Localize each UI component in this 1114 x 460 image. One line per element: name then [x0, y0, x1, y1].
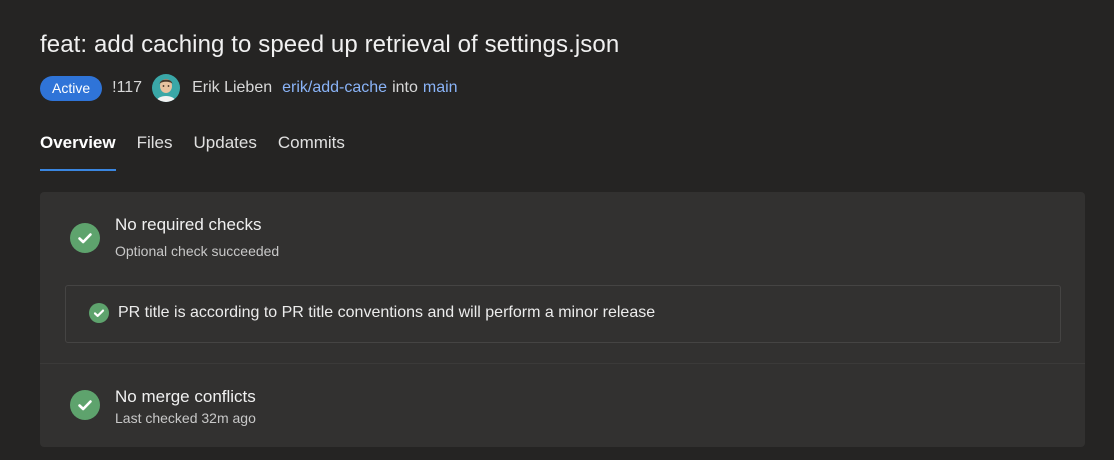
- tab-commits[interactable]: Commits: [278, 133, 345, 167]
- required-checks-subtitle: Optional check succeeded: [115, 243, 280, 259]
- into-label: into: [392, 79, 418, 96]
- pull-request-page: feat: add caching to speed up retrieval …: [0, 0, 1114, 460]
- pr-meta-row: Active !117 Erik Lieben erik/add-cache i…: [40, 74, 458, 102]
- check-circle-icon: [70, 223, 100, 253]
- pr-id: !117: [112, 79, 143, 96]
- tab-files[interactable]: Files: [137, 133, 173, 167]
- target-branch-link[interactable]: main: [423, 79, 458, 97]
- check-circle-icon: [70, 390, 100, 420]
- optional-check-text: PR title is according to PR title conven…: [118, 304, 656, 321]
- author-name[interactable]: Erik Lieben: [192, 79, 272, 97]
- check-circle-icon: [89, 303, 109, 323]
- pr-tabs: Overview Files Updates Commits: [40, 133, 366, 171]
- avatar[interactable]: [152, 74, 181, 102]
- checks-panel: No required checks Optional check succee…: [40, 192, 1085, 447]
- required-checks-title: No required checks: [115, 215, 262, 234]
- tab-updates[interactable]: Updates: [194, 133, 257, 167]
- tab-overview[interactable]: Overview: [40, 133, 116, 171]
- optional-check-item[interactable]: PR title is according to PR title conven…: [65, 285, 1061, 343]
- merge-conflicts-subtitle: Last checked 32m ago: [115, 410, 256, 426]
- source-branch-link[interactable]: erik/add-cache: [282, 79, 387, 97]
- merge-conflicts-title: No merge conflicts: [115, 387, 256, 406]
- page-title: feat: add caching to speed up retrieval …: [40, 31, 620, 58]
- status-badge: Active: [40, 75, 103, 101]
- divider: [40, 363, 1085, 364]
